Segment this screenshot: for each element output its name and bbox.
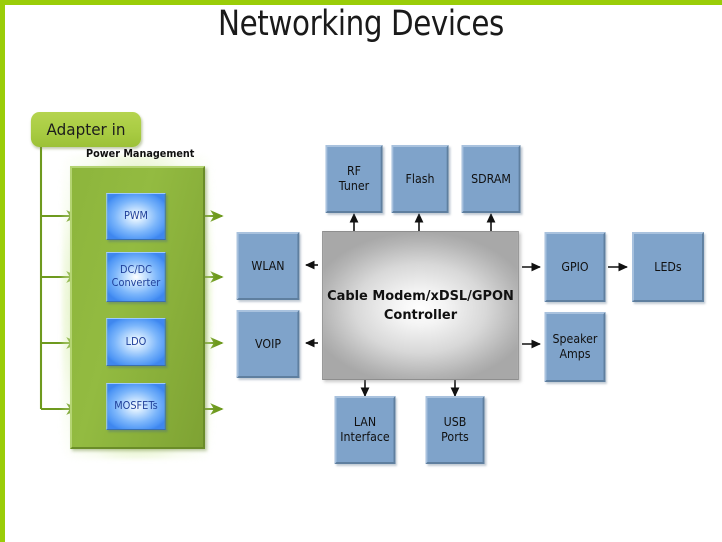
- block-leds-label: LEDs: [654, 259, 682, 274]
- block-rf-tuner-label-line2: Tuner: [338, 179, 370, 193]
- block-flash-label: Flash: [405, 171, 435, 186]
- controller-block[interactable]: Cable Modem/xDSL/GPON Controller: [322, 231, 519, 380]
- power-block-dcdc-label-line2: Converter: [111, 277, 161, 289]
- power-block-dcdc-label-line1: DC/DC: [120, 264, 152, 277]
- power-block-mosfets[interactable]: MOSFETs: [106, 383, 166, 430]
- block-usb-ports[interactable]: USB Ports: [425, 396, 485, 464]
- controller-right-arrows: [522, 262, 541, 349]
- block-voip-label: VOIP: [255, 336, 281, 351]
- power-block-mosfets-label: MOSFETs: [114, 400, 158, 413]
- block-flash[interactable]: Flash: [391, 145, 449, 213]
- controller-left-arrows: [305, 260, 318, 348]
- block-lan-interface[interactable]: LAN Interface: [334, 396, 396, 464]
- block-leds[interactable]: LEDs: [632, 232, 704, 302]
- power-block-ldo-label: LDO: [125, 335, 147, 348]
- left-accent-bar: [0, 0, 5, 542]
- block-wlan[interactable]: WLAN: [236, 232, 300, 300]
- block-gpio-label: GPIO: [561, 259, 589, 274]
- controller-label-line1: Cable Modem/xDSL/GPON: [327, 288, 514, 305]
- power-management-label: Power Management: [86, 148, 195, 160]
- controller-bottom-arrows: [360, 380, 460, 397]
- block-sdram-label: SDRAM: [471, 171, 511, 186]
- block-usb-ports-label-line2: Ports: [441, 430, 469, 444]
- block-lan-interface-label-line2: Interface: [340, 430, 390, 444]
- block-voip[interactable]: VOIP: [236, 310, 300, 378]
- adapter-in-block[interactable]: Adapter in: [30, 112, 142, 147]
- block-usb-ports-label-line1: USB: [443, 415, 467, 429]
- slide-canvas: Networking Devices Adapter in Power Mana…: [0, 0, 722, 542]
- block-gpio[interactable]: GPIO: [544, 232, 606, 302]
- block-sdram[interactable]: SDRAM: [461, 145, 521, 213]
- adapter-in-label: Adapter in: [46, 120, 126, 139]
- controller-top-arrows: [349, 213, 496, 231]
- block-speaker-amps-label-line1: Speaker: [552, 332, 598, 346]
- power-block-ldo[interactable]: LDO: [106, 318, 166, 366]
- block-speaker-amps[interactable]: Speaker Amps: [544, 312, 606, 382]
- power-block-dcdc[interactable]: DC/DC Converter: [106, 252, 166, 302]
- page-title: Networking Devices: [218, 4, 504, 44]
- block-lan-interface-label-line1: LAN: [353, 415, 377, 429]
- power-block-pwm-label: PWM: [124, 210, 148, 223]
- power-block-pwm[interactable]: PWM: [106, 193, 166, 240]
- block-rf-tuner[interactable]: RF Tuner: [325, 145, 383, 213]
- block-speaker-amps-label-line2: Amps: [559, 347, 591, 361]
- controller-label-line2: Controller: [383, 306, 458, 323]
- block-rf-tuner-label-line1: RF: [346, 164, 362, 178]
- block-wlan-label: WLAN: [251, 258, 285, 273]
